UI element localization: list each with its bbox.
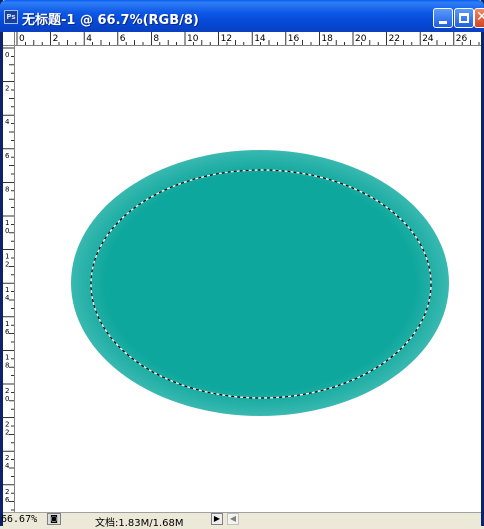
title-bar[interactable]: Ps 无标题-1 @ 66.7%(RGB/8) xyxy=(0,0,484,32)
ruler-label: 12 xyxy=(221,34,232,44)
ruler-label: 20 xyxy=(355,34,367,44)
ruler-label: 8 xyxy=(5,185,9,193)
scroll-left-arrow-icon[interactable]: ◀ xyxy=(227,513,239,525)
ruler-label: 2 xyxy=(5,488,9,496)
ruler-label: 24 xyxy=(422,34,434,44)
ruler-label: 1 xyxy=(5,353,9,361)
ruler-label: 18 xyxy=(321,34,333,44)
zoom-level[interactable]: 66.67% xyxy=(1,514,37,525)
ruler-label: 0 xyxy=(5,227,9,235)
maximize-button[interactable] xyxy=(454,8,474,28)
ruler-label: 4 xyxy=(5,462,10,470)
status-menu-arrow-icon[interactable]: ▶ xyxy=(211,513,223,525)
close-button[interactable] xyxy=(474,8,484,28)
ruler-label: 2 xyxy=(5,429,9,437)
window-title: 无标题-1 @ 66.7%(RGB/8) xyxy=(22,13,199,28)
ruler-label: 14 xyxy=(254,34,266,44)
status-bar: 66.67% ◙ 文档:1.83M/1.68M ▶ ◀ xyxy=(1,512,481,529)
horizontal-ruler[interactable]: 0 2 4 6 8 10 12 14 16 18 20 22 24 26 xyxy=(15,32,481,46)
ruler-label: 2 xyxy=(5,421,9,429)
horizontal-ruler-scale: 0 2 4 6 8 10 12 14 16 18 20 22 24 26 xyxy=(16,32,480,45)
vertical-ruler-scale: 02468101214161820222426 xyxy=(3,47,14,511)
ruler-label: 2 xyxy=(5,85,9,93)
ruler-label: 2 xyxy=(53,34,59,44)
ruler-label: 8 xyxy=(153,34,159,44)
ruler-label: 4 xyxy=(5,118,10,126)
ruler-label: 6 xyxy=(5,152,10,160)
image-canvas[interactable] xyxy=(15,46,481,512)
minimize-button[interactable] xyxy=(433,8,453,28)
ruler-label: 1 xyxy=(5,253,9,261)
document-window: Ps 无标题-1 @ 66.7%(RGB/8) 0246810121416182… xyxy=(0,0,484,529)
document-size: 文档:1.83M/1.68M xyxy=(95,518,184,529)
ruler-label: 1 xyxy=(5,320,9,328)
ruler-label: 4 xyxy=(86,34,92,44)
ruler-label: 4 xyxy=(5,294,10,302)
ruler-label: 16 xyxy=(288,34,300,44)
ruler-label: 8 xyxy=(5,361,9,369)
ruler-label: 6 xyxy=(5,496,10,504)
ruler-label: 0 xyxy=(5,395,9,403)
zoom-options-icon[interactable]: ◙ xyxy=(47,513,61,525)
ruler-label: 2 xyxy=(5,261,9,269)
ruler-label: 2 xyxy=(5,454,9,462)
vertical-ruler[interactable]: 02468101214161820222426 xyxy=(3,46,15,512)
ruler-label: 0 xyxy=(5,51,9,59)
selection-marquee[interactable] xyxy=(89,168,433,400)
ruler-label: 2 xyxy=(5,387,9,395)
ruler-label: 1 xyxy=(5,219,9,227)
ruler-label: 22 xyxy=(389,34,400,44)
ruler-label: 26 xyxy=(456,34,468,44)
ruler-label: 6 xyxy=(5,328,10,336)
ruler-label: 10 xyxy=(187,34,199,44)
ruler-label: 6 xyxy=(120,34,126,44)
ruler-label: 1 xyxy=(5,286,9,294)
ruler-origin[interactable] xyxy=(3,32,15,46)
ruler-label: 0 xyxy=(19,34,25,44)
photoshop-icon[interactable]: Ps xyxy=(4,10,18,24)
